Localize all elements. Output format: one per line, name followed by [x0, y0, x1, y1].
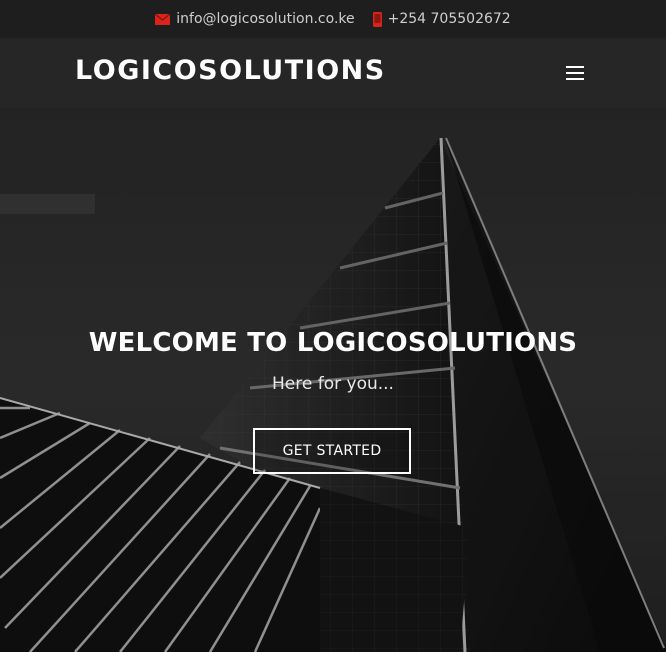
brand-logo[interactable]: LOGICOSOLUTIONS [75, 55, 386, 86]
decorative-overlay [0, 194, 95, 214]
contact-bar: info@logicosolution.co.ke +254 705502672 [0, 0, 666, 38]
hamburger-icon[interactable] [563, 62, 589, 84]
email-contact[interactable]: info@logicosolution.co.ke [155, 11, 355, 27]
hero-subtitle: Here for you... [272, 374, 394, 394]
hero-section: WELCOME TO LOGICOSOLUTIONS Here for you.… [0, 108, 666, 652]
phone-contact[interactable]: +254 705502672 [372, 11, 511, 27]
hero-title: WELCOME TO LOGICOSOLUTIONS [88, 328, 578, 358]
page: info@logicosolution.co.ke +254 705502672… [0, 0, 666, 652]
email-text[interactable]: info@logicosolution.co.ke [176, 11, 354, 27]
mobile-phone-icon [372, 11, 382, 27]
site-header: LOGICOSOLUTIONS [0, 38, 666, 108]
get-started-button[interactable]: GET STARTED [253, 428, 411, 474]
phone-text[interactable]: +254 705502672 [388, 11, 511, 27]
envelope-icon [155, 13, 171, 25]
